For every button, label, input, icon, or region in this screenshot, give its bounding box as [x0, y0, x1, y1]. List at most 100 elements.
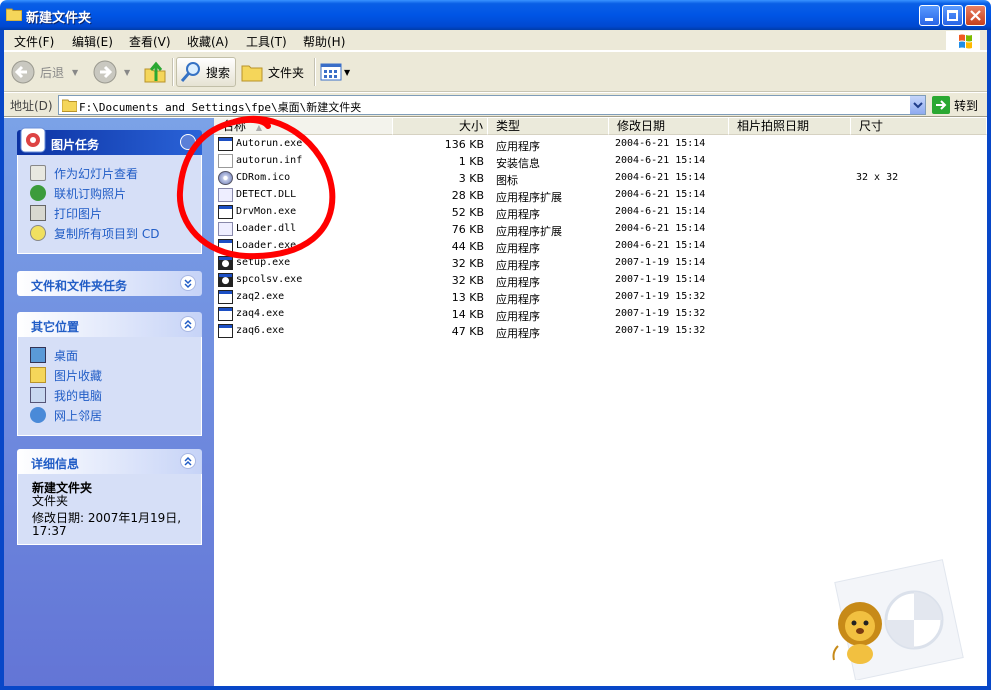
place-my-computer[interactable]: 我的电脑: [30, 385, 201, 405]
file-row[interactable]: Loader.exe 44 KB 应用程序 2004-6-21 15:14: [214, 238, 987, 255]
task-link-label: 联机订购照片: [54, 186, 127, 201]
file-size: 28 KB: [451, 189, 484, 202]
file-row[interactable]: zaq6.exe 47 KB 应用程序 2007-1-19 15:32: [214, 323, 987, 340]
go-arrow-icon: [932, 96, 950, 114]
up-folder-button[interactable]: [142, 57, 168, 87]
views-dropdown-icon[interactable]: ▼: [344, 68, 350, 77]
menu-bar: 文件(F) 编辑(E) 查看(V) 收藏(A) 工具(T) 帮助(H): [4, 30, 987, 51]
order-prints-icon: [30, 185, 46, 201]
forward-button[interactable]: ▼: [92, 57, 130, 87]
file-size: 14 KB: [451, 308, 484, 321]
column-size[interactable]: 大小: [393, 118, 488, 135]
file-tasks-header[interactable]: 文件和文件夹任务: [17, 271, 202, 296]
file-row[interactable]: DETECT.DLL 28 KB 应用程序扩展 2004-6-21 15:14: [214, 187, 987, 204]
maximize-button[interactable]: [942, 5, 963, 26]
back-dropdown-icon[interactable]: ▼: [72, 68, 78, 77]
file-size: 52 KB: [451, 206, 484, 219]
file-row[interactable]: spcolsv.exe 32 KB 应用程序 2007-1-19 15:14: [214, 272, 987, 289]
exe-icon: [218, 137, 233, 151]
my-computer-icon: [30, 387, 46, 403]
file-list[interactable]: 名称 ▲ 大小 类型 修改日期 相片拍照日期 尺寸 Autorun.exe 136…: [214, 118, 987, 686]
back-arrow-icon: [11, 60, 35, 84]
file-name: zaq4.exe: [236, 308, 285, 319]
menu-edit[interactable]: 编辑(E): [72, 33, 113, 50]
file-tasks-title: 文件和文件夹任务: [31, 279, 128, 293]
menu-tools[interactable]: 工具(T): [246, 33, 287, 50]
column-dimensions[interactable]: 尺寸: [851, 118, 987, 135]
file-type: 应用程序: [496, 140, 540, 153]
picture-tasks-title: 图片任务: [51, 138, 100, 152]
file-row[interactable]: zaq4.exe 14 KB 应用程序 2007-1-19 15:32: [214, 306, 987, 323]
file-size: 136 KB: [444, 138, 484, 151]
place-my-pictures[interactable]: 图片收藏: [30, 365, 201, 385]
column-name-label: 名称: [222, 119, 247, 133]
task-link-label: 作为幻灯片查看: [54, 166, 139, 181]
column-name[interactable]: 名称 ▲: [214, 118, 393, 135]
file-date-modified: 2007-1-19 15:14: [615, 257, 706, 268]
task-print[interactable]: 打印图片: [30, 203, 201, 223]
close-button[interactable]: [965, 5, 986, 26]
printer-icon: [30, 205, 46, 221]
menu-help[interactable]: 帮助(H): [303, 33, 345, 50]
title-bar[interactable]: 新建文件夹: [0, 0, 991, 30]
my-pictures-icon: [30, 367, 46, 383]
lion-mascot-icon: [832, 602, 882, 664]
place-desktop[interactable]: 桌面: [30, 345, 201, 365]
file-row[interactable]: DrvMon.exe 52 KB 应用程序 2004-6-21 15:14: [214, 204, 987, 221]
file-date-modified: 2007-1-19 15:32: [615, 308, 706, 319]
file-type: 应用程序: [496, 259, 540, 272]
column-date-modified[interactable]: 修改日期: [609, 118, 729, 135]
go-button[interactable]: 转到: [932, 96, 978, 114]
windows-logo-icon: [946, 31, 980, 53]
folders-button[interactable]: 文件夹: [240, 57, 304, 87]
file-row[interactable]: autorun.inf 1 KB 安装信息 2004-6-21 15:14: [214, 153, 987, 170]
address-dropdown-button[interactable]: [909, 96, 925, 114]
task-copy-to-cd[interactable]: 复制所有项目到 CD: [30, 223, 201, 243]
file-row[interactable]: Autorun.exe 136 KB 应用程序 2004-6-21 15:14: [214, 136, 987, 153]
file-row[interactable]: setup.exe 32 KB 应用程序 2007-1-19 15:14: [214, 255, 987, 272]
network-places-icon: [30, 407, 46, 423]
file-name: CDRom.ico: [236, 172, 291, 183]
task-order-prints[interactable]: 联机订购照片: [30, 183, 201, 203]
picture-tasks-header[interactable]: 图片任务: [17, 127, 202, 155]
other-places-header[interactable]: 其它位置: [17, 312, 202, 337]
toolbar: 后退 ▼ ▼ 搜索 文件夹 ▼: [4, 52, 987, 92]
menu-file[interactable]: 文件(F): [14, 33, 54, 50]
back-button[interactable]: 后退 ▼: [10, 57, 78, 87]
file-size: 1 KB: [458, 155, 484, 168]
file-name: autorun.inf: [236, 155, 303, 166]
minimize-button[interactable]: [919, 5, 940, 26]
place-link-label: 桌面: [54, 348, 79, 363]
go-label: 转到: [954, 98, 979, 113]
views-button[interactable]: ▼: [320, 57, 350, 87]
file-dimensions: 32 x 32: [856, 172, 899, 183]
file-type: 应用程序: [496, 310, 540, 323]
close-icon: [970, 10, 981, 21]
column-date-taken[interactable]: 相片拍照日期: [729, 118, 851, 135]
task-slideshow[interactable]: 作为幻灯片查看: [30, 163, 201, 183]
forward-dropdown-icon[interactable]: ▼: [124, 68, 130, 77]
address-input[interactable]: F:\Documents and Settings\fpe\桌面\新建文件夹: [58, 95, 926, 115]
collapse-icon[interactable]: [180, 316, 196, 332]
file-row[interactable]: Loader.dll 76 KB 应用程序扩展 2004-6-21 15:14: [214, 221, 987, 238]
views-icon: [320, 63, 342, 81]
menu-favorites[interactable]: 收藏(A): [187, 33, 229, 50]
column-type[interactable]: 类型: [488, 118, 609, 135]
menu-view[interactable]: 查看(V): [129, 33, 171, 50]
details-header[interactable]: 详细信息: [17, 449, 202, 474]
details-modified: 修改日期: 2007年1月19日, 17:37: [32, 511, 182, 538]
picture-tasks-panel: 图片任务 作为幻灯片查看 联机订购照片 打印图片 复制所有项目到 CD: [17, 127, 202, 254]
file-size: 47 KB: [451, 325, 484, 338]
file-row[interactable]: CDRom.ico 3 KB 图标 2004-6-21 15:14 32 x 32: [214, 170, 987, 187]
expand-icon[interactable]: [180, 275, 196, 291]
collapse-icon[interactable]: [180, 453, 196, 469]
panda-icon: [218, 256, 233, 270]
place-network[interactable]: 网上邻居: [30, 405, 201, 425]
picture-tasks-icon: [20, 127, 46, 153]
place-link-label: 网上邻居: [54, 408, 103, 423]
file-row[interactable]: zaq2.exe 13 KB 应用程序 2007-1-19 15:32: [214, 289, 987, 306]
collapse-icon[interactable]: [180, 134, 196, 150]
window-title: 新建文件夹: [26, 11, 92, 26]
place-link-label: 图片收藏: [54, 368, 103, 383]
search-button[interactable]: 搜索: [176, 57, 236, 87]
